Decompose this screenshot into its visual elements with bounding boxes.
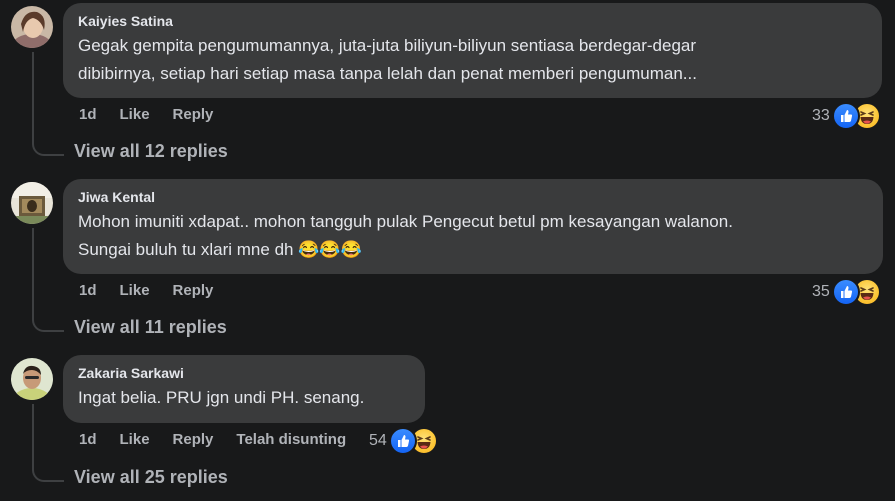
thread-connector <box>32 466 64 482</box>
comment-bubble: Kaiyies Satina Gegak gempita pengumumann… <box>63 3 882 98</box>
thumbs-up-icon <box>388 427 417 455</box>
comment-bubble: Zakaria Sarkawi Ingat belia. PRU jgn und… <box>63 355 425 423</box>
avatar[interactable] <box>11 358 53 400</box>
avatar[interactable] <box>11 182 53 224</box>
comment-author[interactable]: Kaiyies Satina <box>78 12 868 30</box>
edited-label[interactable]: Telah disunting <box>236 431 346 448</box>
thumbs-up-icon <box>831 102 860 130</box>
reaction-summary[interactable]: 33 <box>812 102 881 130</box>
comment-actions: 1d Like Reply <box>79 106 236 123</box>
reaction-count: 33 <box>812 107 830 124</box>
comment-text-line: Ingat belia. PRU jgn undi PH. senang. <box>78 388 365 407</box>
comment-text-line: Sungai buluh tu xlari mne dh 😂😂😂 <box>78 240 362 259</box>
thread-line <box>32 404 34 470</box>
comment-author[interactable]: Jiwa Kental <box>78 188 869 206</box>
reply-button[interactable]: Reply <box>173 282 214 299</box>
reaction-summary[interactable]: 35 <box>812 278 881 306</box>
view-replies-link[interactable]: View all 11 replies <box>74 317 227 338</box>
comment-author[interactable]: Zakaria Sarkawi <box>78 364 411 382</box>
comment-timestamp[interactable]: 1d <box>79 106 97 123</box>
comment-actions: 1d Like Reply Telah disunting <box>79 431 369 448</box>
comment-timestamp[interactable]: 1d <box>79 282 97 299</box>
reply-button[interactable]: Reply <box>173 431 214 448</box>
view-replies-link[interactable]: View all 12 replies <box>74 141 228 162</box>
comment-text-line: Mohon imuniti xdapat.. mohon tangguh pul… <box>78 212 733 231</box>
view-replies-link[interactable]: View all 25 replies <box>74 467 228 488</box>
like-button[interactable]: Like <box>120 106 150 123</box>
comment-bubble: Jiwa Kental Mohon imuniti xdapat.. mohon… <box>63 179 883 274</box>
avatar[interactable] <box>11 6 53 48</box>
thread-line <box>32 52 34 144</box>
comment-text-line: Gegak gempita pengumumannya, juta-juta b… <box>78 36 697 55</box>
reaction-summary[interactable]: 54 <box>369 427 438 455</box>
thread-connector <box>32 140 64 156</box>
thumbs-up-icon <box>831 278 860 306</box>
comment-timestamp[interactable]: 1d <box>79 431 97 448</box>
reaction-count: 35 <box>812 283 830 300</box>
like-button[interactable]: Like <box>120 431 150 448</box>
thread-connector <box>32 316 64 332</box>
thread-line <box>32 228 34 320</box>
like-button[interactable]: Like <box>120 282 150 299</box>
comment-actions: 1d Like Reply <box>79 282 236 299</box>
comment-text-line: dibibirnya, setiap hari setiap masa tanp… <box>78 64 697 83</box>
reaction-count: 54 <box>369 432 387 449</box>
reply-button[interactable]: Reply <box>173 106 214 123</box>
